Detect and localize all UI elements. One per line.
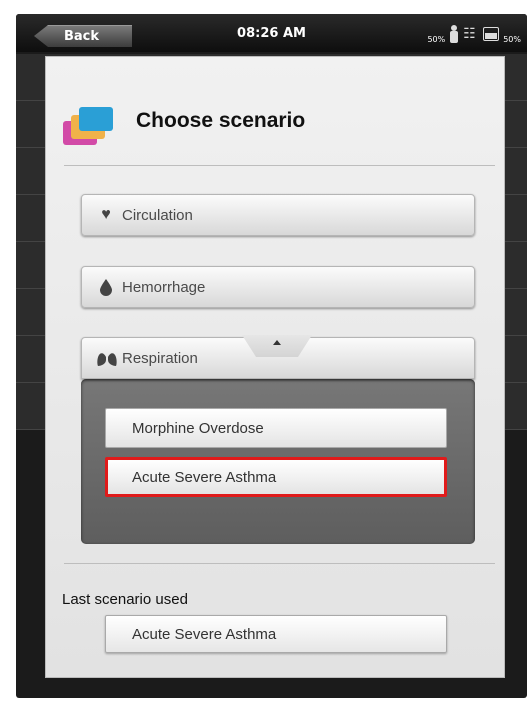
device-screen: Back 08:26 AM 50% ☷ 50% Choose scenario … (16, 14, 527, 698)
category-circulation-button[interactable]: ♥ Circulation (81, 194, 475, 236)
footer-divider (64, 563, 495, 564)
battery-icon (483, 27, 500, 41)
wifi-icon: ☷ (463, 26, 476, 42)
lungs-icon (96, 349, 117, 367)
scenario-cards-icon (63, 107, 115, 147)
last-scenario-label: Last scenario used (62, 591, 188, 608)
battery-percent-right: 50% (503, 34, 521, 44)
category-label: Respiration (122, 349, 198, 367)
scenario-acute-severe-asthma-button[interactable]: Acute Severe Asthma (105, 457, 447, 497)
header-divider (64, 165, 495, 166)
scenario-morphine-overdose-button[interactable]: Morphine Overdose (105, 408, 447, 448)
category-hemorrhage-button[interactable]: Hemorrhage (81, 266, 475, 308)
category-label: Hemorrhage (122, 278, 206, 296)
dialog-header: Choose scenario (46, 57, 504, 167)
category-label: Circulation (122, 206, 193, 224)
status-bar: Back 08:26 AM 50% ☷ 50% (16, 14, 527, 52)
person-icon (449, 25, 459, 43)
drop-icon (96, 278, 116, 296)
heart-icon: ♥ (101, 206, 111, 223)
collapse-arrow-icon[interactable] (273, 340, 281, 345)
last-scenario-button[interactable]: Acute Severe Asthma (105, 615, 447, 653)
battery-percent-left: 50% (427, 34, 446, 44)
choose-scenario-dialog: Choose scenario ♥ Circulation Hemorrhage… (45, 56, 505, 678)
dialog-title: Choose scenario (136, 109, 306, 132)
status-icons: 50% ☷ 50% (427, 22, 521, 46)
